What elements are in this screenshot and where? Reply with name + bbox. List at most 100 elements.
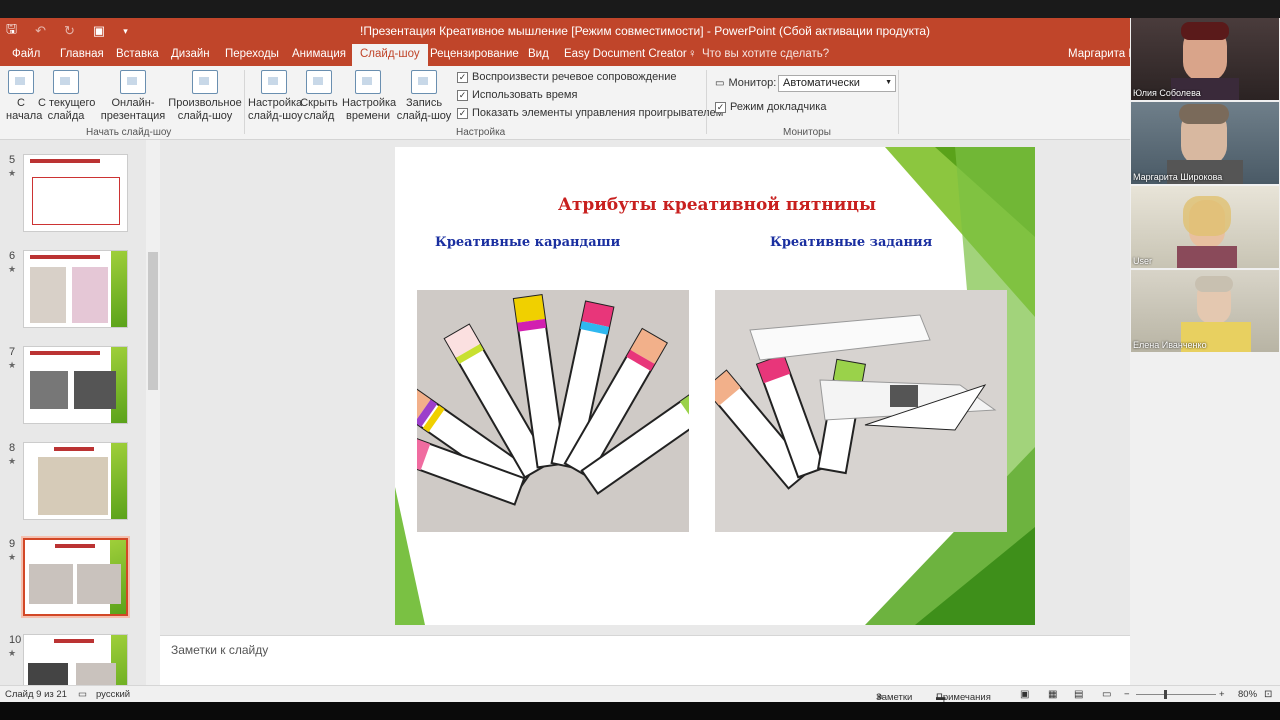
thumbnail-scrollbar-thumb[interactable]	[148, 252, 158, 390]
tab-animations[interactable]: Анимация	[292, 48, 346, 60]
narration-checkbox[interactable]: ✓ Воспроизвести речевое сопровождение	[457, 71, 677, 83]
tab-design[interactable]: Дизайн	[171, 48, 210, 60]
animation-star-icon: ★	[8, 168, 17, 178]
checkmark-icon: ✓	[457, 107, 468, 119]
group-label-setup: Настройка	[456, 127, 506, 138]
participant-name: User	[1133, 256, 1153, 266]
save-icon[interactable]: 🖫	[6, 20, 17, 42]
slide-title: Атрибуты креативной пятницы	[557, 195, 877, 215]
from-current-button[interactable]: С текущего слайда	[38, 70, 96, 123]
slide-thumbnail-7[interactable]	[23, 346, 128, 424]
ribbon: С начала С текущего слайда Онлайн- презе…	[0, 66, 1130, 140]
redo-icon[interactable]: ↻	[64, 23, 75, 39]
reading-view-icon[interactable]: ▤	[1074, 689, 1083, 700]
rehearse-timings-button[interactable]: Настройка времени	[342, 70, 396, 123]
slide-sorter-icon[interactable]: ▦	[1048, 689, 1057, 700]
thumbnail-number: 10	[9, 634, 22, 646]
custom-show-label: Произвольное слайд-шоу	[168, 97, 242, 122]
slide-count: Слайд 9 из 21	[5, 689, 67, 700]
left-subtitle: Креативные карандаши	[435, 235, 621, 250]
custom-show-button[interactable]: Произвольное слайд-шоу	[168, 70, 242, 123]
tab-transitions[interactable]: Переходы	[225, 48, 279, 60]
right-subtitle: Креативные задания	[770, 235, 933, 250]
zoom-slider-handle[interactable]	[1164, 690, 1167, 699]
use-timings-checkbox[interactable]: ✓ Использовать время	[457, 89, 577, 101]
hide-slide-icon	[306, 70, 332, 94]
thumbnail-number: 7	[9, 346, 16, 358]
notes-placeholder: Заметки к слайду	[171, 643, 269, 657]
record-icon	[411, 70, 437, 94]
checkmark-icon: ✓	[715, 101, 726, 113]
bottom-black-bar	[0, 702, 1280, 720]
animation-star-icon: ★	[8, 456, 17, 466]
pencils-photo	[417, 290, 689, 532]
from-current-label: С текущего слайда	[38, 97, 96, 122]
hide-slide-button[interactable]: Скрыть слайд	[300, 70, 338, 123]
zoom-level[interactable]: 80%	[1238, 689, 1257, 700]
record-show-label: Запись слайд-шоу	[396, 97, 452, 122]
slide-thumbnail-5[interactable]	[23, 154, 128, 232]
tab-file[interactable]: Файл	[12, 48, 40, 60]
tab-insert[interactable]: Вставка	[116, 48, 159, 60]
group-label-start: Начать слайд-шоу	[86, 127, 172, 138]
ribbon-separator	[898, 70, 899, 134]
group-label-monitors: Мониторы	[783, 127, 831, 138]
online-presentation-button[interactable]: Онлайн- презентация	[98, 70, 168, 123]
media-controls-checkbox[interactable]: ✓ Показать элементы управления проигрыват…	[457, 107, 723, 119]
tab-easy-document-creator[interactable]: Easy Document Creator	[564, 48, 687, 60]
thumb-content	[32, 177, 120, 225]
user-name[interactable]: Маргарита Ш	[1068, 48, 1139, 60]
tab-view[interactable]: Вид	[528, 48, 549, 60]
fit-slide-icon[interactable]: ⊡	[1264, 689, 1272, 700]
participant-tile[interactable]: Юлия Соболева	[1131, 18, 1279, 100]
tab-home[interactable]: Главная	[60, 48, 104, 60]
online-present-icon	[120, 70, 146, 94]
tab-slideshow[interactable]: Слайд-шоу	[352, 44, 428, 66]
undo-icon[interactable]: ↶	[35, 23, 46, 39]
presenter-view-label: Режим докладчика	[730, 101, 827, 113]
pencils-illustration	[417, 290, 689, 532]
play-from-current-icon	[53, 70, 79, 94]
slide-thumbnail-6[interactable]	[23, 250, 128, 328]
checkmark-icon: ✓	[457, 89, 468, 101]
tab-review[interactable]: Рецензирование	[430, 48, 519, 60]
participant-tile[interactable]: Елена Иванченко	[1131, 270, 1279, 352]
slide-thumbnail-9[interactable]	[23, 538, 128, 616]
slideshow-icon[interactable]: ▭	[1102, 689, 1111, 700]
from-start-button[interactable]: С начала	[6, 70, 43, 123]
narration-label: Воспроизвести речевое сопровождение	[472, 71, 677, 83]
record-show-button[interactable]: Запись слайд-шоу	[396, 70, 452, 123]
present-icon[interactable]: ▣	[93, 23, 105, 39]
setup-show-button[interactable]: Настройка слайд-шоу	[248, 70, 303, 123]
thumbnail-number: 6	[9, 250, 16, 262]
slide-canvas[interactable]: Атрибуты креативной пятницы Креативные к…	[395, 147, 1035, 625]
participant-name: Юлия Соболева	[1133, 88, 1201, 98]
zoom-slider[interactable]	[1136, 694, 1216, 695]
slide-thumbnail-8[interactable]	[23, 442, 128, 520]
tell-me-input[interactable]: Что вы хотите сделать?	[702, 48, 829, 60]
participant-name: Маргарита Широкова	[1133, 172, 1223, 182]
thumbnail-number: 8	[9, 442, 16, 454]
zoom-in-icon[interactable]: +	[1219, 689, 1225, 700]
normal-view-icon[interactable]: ▣	[1020, 689, 1029, 700]
language-icon[interactable]: ▭	[78, 689, 87, 700]
language[interactable]: русский	[96, 689, 130, 700]
participant-avatar	[1177, 196, 1237, 268]
animation-star-icon: ★	[8, 648, 17, 658]
thumbnail-number: 9	[9, 538, 16, 550]
online-presentation-label: Онлайн- презентация	[100, 97, 166, 122]
chevron-down-icon: ▼	[885, 79, 892, 86]
thumbnail-scrollbar[interactable]	[146, 140, 160, 685]
tasks-photo	[715, 290, 1007, 532]
zoom-out-icon[interactable]: −	[1124, 689, 1130, 700]
monitor-select[interactable]: Автоматически ▼	[778, 75, 896, 92]
qat-more-icon[interactable]: ▾	[123, 26, 128, 37]
participant-tile[interactable]: User	[1131, 186, 1279, 268]
monitor-label: ▭ Монитор:	[715, 77, 777, 89]
status-bar: Слайд 9 из 21 ▭ русский ≐ Заметки ▬ Прим…	[0, 685, 1280, 703]
participant-name: Елена Иванченко	[1133, 340, 1207, 350]
participant-tile[interactable]: Маргарита Широкова	[1131, 102, 1279, 184]
notes-pane[interactable]: Заметки к слайду	[160, 635, 1130, 685]
presenter-view-checkbox[interactable]: ✓ Режим докладчика	[715, 101, 826, 113]
from-start-label: С начала	[6, 97, 43, 122]
